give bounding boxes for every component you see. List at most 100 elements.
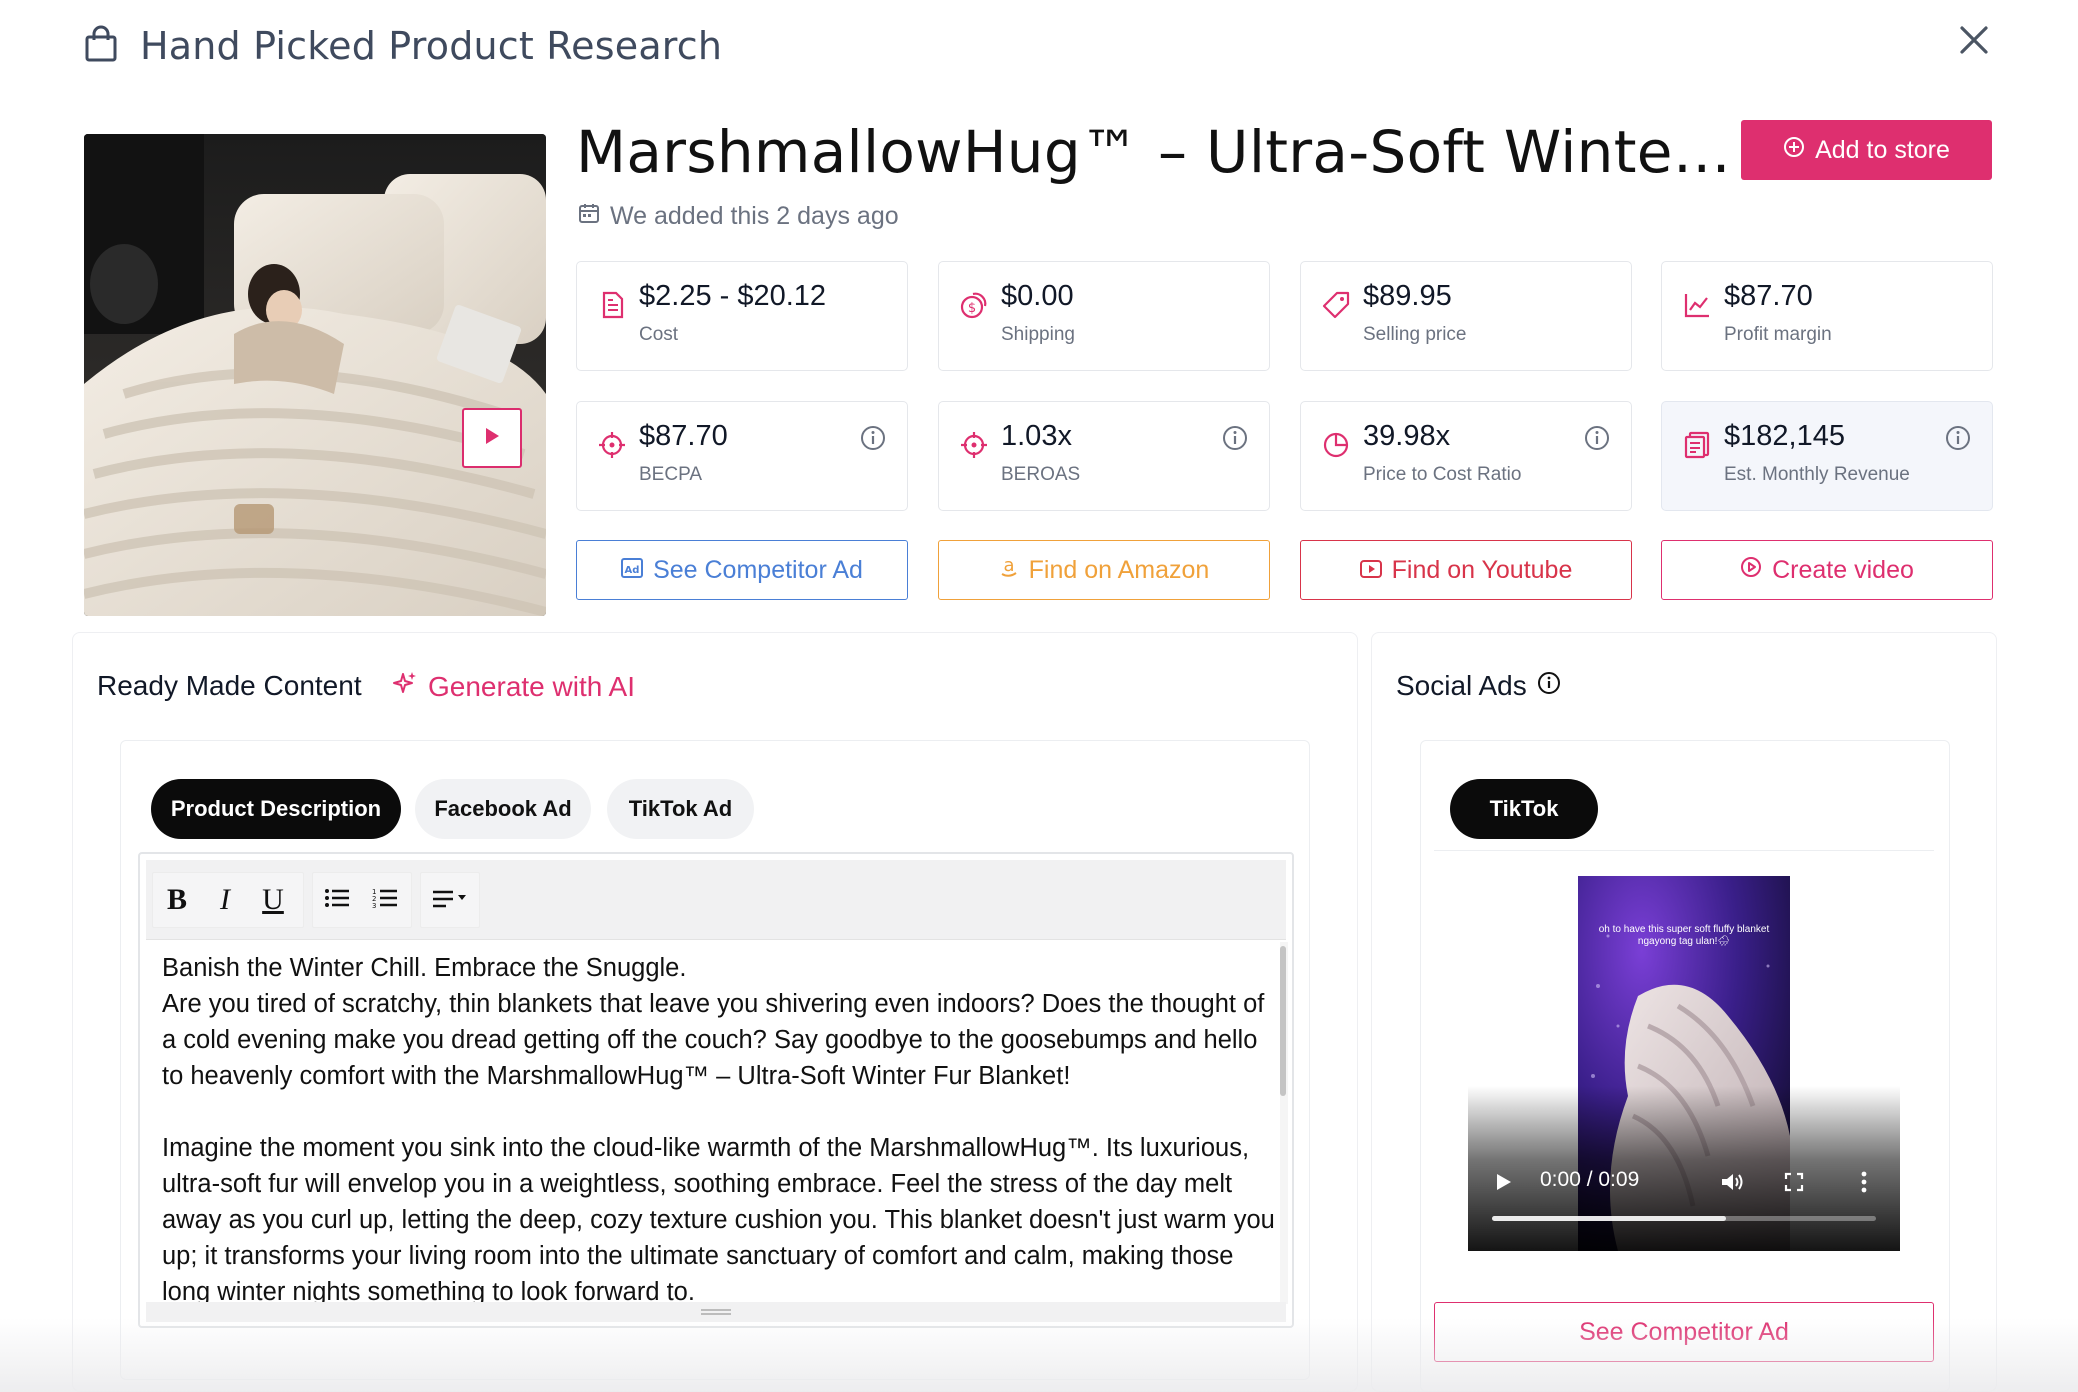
svg-text:$: $ [968, 301, 976, 316]
tab-product-description[interactable]: Product Description [151, 779, 401, 839]
svg-text:Ad: Ad [625, 565, 640, 576]
metric-label: Shipping [1001, 324, 1075, 345]
metric-value: 39.98x [1363, 420, 1451, 452]
tab-tiktok-ad[interactable]: TikTok Ad [607, 779, 754, 839]
video-play-button[interactable] [1496, 1164, 1512, 1204]
play-video-button[interactable] [462, 408, 522, 468]
find-on-amazon-label[interactable]: Find on Amazon [1029, 556, 1210, 585]
svg-text:3: 3 [372, 902, 376, 909]
added-date: We added this 2 days ago [578, 202, 899, 231]
align-group [420, 872, 480, 928]
editor-toolbar: B I U 123 [146, 860, 1286, 940]
italic-button[interactable]: I [201, 874, 249, 926]
metric-label: Est. Monthly Revenue [1724, 464, 1910, 485]
list-group: 123 [312, 872, 412, 928]
editor-paragraph: Are you tired of scratchy, thin blankets… [162, 990, 1265, 1090]
metric-monthly-revenue: $182,145 Est. Monthly Revenue [1661, 401, 1993, 511]
rich-text-editor[interactable]: B I U 123 Banish the Winter Chill. Embra… [138, 852, 1294, 1328]
sparkle-icon[interactable] [392, 670, 418, 703]
add-to-store-button[interactable]: Add to store [1741, 120, 1992, 180]
metric-cost: $2.25 - $20.12 Cost [576, 261, 908, 371]
metric-label: Price to Cost Ratio [1363, 464, 1522, 485]
generate-with-ai-button[interactable]: Generate with AI [392, 670, 635, 703]
editor-resize-handle[interactable] [146, 1302, 1286, 1322]
close-button[interactable] [1948, 20, 2000, 64]
align-left-icon[interactable] [432, 883, 468, 917]
amazon-icon[interactable]: a [999, 555, 1019, 585]
add-to-store-label[interactable]: Add to store [1815, 136, 1950, 165]
metric-label: Profit margin [1724, 324, 1832, 345]
shopping-bag-icon [84, 25, 118, 68]
metric-beroas: 1.03x BEROAS [938, 401, 1270, 511]
underline-button[interactable]: U [249, 874, 297, 926]
video-fullscreen-button[interactable] [1784, 1164, 1804, 1204]
social-see-competitor-ad-button[interactable]: See Competitor Ad [1434, 1302, 1934, 1362]
bullet-list-button[interactable] [313, 874, 361, 926]
metric-becpa: $87.70 BECPA [576, 401, 908, 511]
bullet-list-icon[interactable] [324, 883, 350, 917]
tag-icon [1321, 290, 1351, 320]
line-chart-icon [1682, 290, 1712, 320]
crosshair-icon [597, 430, 627, 460]
info-icon[interactable] [1944, 424, 1972, 452]
more-vertical-icon[interactable] [1860, 1171, 1868, 1198]
numbered-list-icon[interactable]: 123 [372, 883, 398, 917]
fullscreen-icon[interactable] [1784, 1172, 1804, 1197]
metric-value: $0.00 [1001, 280, 1074, 312]
video-controls-shade [1468, 1086, 1900, 1251]
see-competitor-ad-label[interactable]: See Competitor Ad [653, 556, 863, 585]
svg-text:a: a [1003, 556, 1014, 576]
info-icon[interactable] [1221, 424, 1249, 452]
crosshair-icon [959, 430, 989, 460]
metric-value: $89.95 [1363, 280, 1452, 312]
play-icon[interactable] [484, 427, 500, 450]
close-icon[interactable] [1959, 25, 1989, 60]
metric-price-cost-ratio: 39.98x Price to Cost Ratio [1300, 401, 1632, 511]
info-icon[interactable] [1537, 670, 1561, 702]
metric-value: $87.70 [1724, 280, 1813, 312]
find-on-youtube-button[interactable]: Find on Youtube [1300, 540, 1632, 600]
video-player[interactable]: oh to have this super soft fluffy blanke… [1468, 876, 1900, 1251]
added-text: We added this 2 days ago [610, 202, 899, 230]
create-video-label[interactable]: Create video [1772, 556, 1914, 585]
tab-tiktok[interactable]: TikTok [1450, 779, 1598, 839]
info-icon[interactable] [859, 424, 887, 452]
numbered-list-button[interactable]: 123 [361, 874, 409, 926]
metric-selling-price: $89.95 Selling price [1300, 261, 1632, 371]
video-time: 0:00 / 0:09 [1540, 1168, 1640, 1191]
metric-value: $2.25 - $20.12 [639, 280, 827, 312]
metric-label: BECPA [639, 464, 703, 485]
metric-value: $182,145 [1724, 420, 1845, 452]
modal-title: Hand Picked Product Research [140, 24, 723, 68]
metric-label: Selling price [1363, 324, 1467, 345]
create-video-button[interactable]: Create video [1661, 540, 1993, 600]
metric-label: Cost [639, 324, 679, 345]
find-on-amazon-button[interactable]: a Find on Amazon [938, 540, 1270, 600]
generate-with-ai-label[interactable]: Generate with AI [428, 671, 635, 703]
pie-chart-icon [1321, 430, 1351, 460]
find-on-youtube-label[interactable]: Find on Youtube [1392, 556, 1573, 585]
plus-circle-icon[interactable] [1783, 136, 1805, 165]
social-ads-header: Social Ads [1396, 670, 1561, 702]
youtube-icon[interactable] [1359, 556, 1382, 585]
editor-paragraph: Imagine the moment you sink into the clo… [162, 1134, 1275, 1306]
editor-scrollbar-thumb[interactable] [1280, 946, 1286, 1096]
play-icon[interactable] [1496, 1173, 1512, 1196]
product-title: MarshmallowHug™ – Ultra-Soft Winte… [576, 118, 1732, 186]
volume-icon[interactable] [1720, 1171, 1746, 1198]
video-more-button[interactable] [1860, 1164, 1868, 1204]
document-icon [597, 290, 627, 320]
social-ads-title: Social Ads [1396, 670, 1527, 701]
ad-icon[interactable]: Ad [621, 556, 644, 585]
metric-value: 1.03x [1001, 420, 1072, 452]
play-circle-icon[interactable] [1740, 556, 1762, 585]
video-caption: oh to have this super soft fluffy blanke… [1598, 924, 1770, 947]
info-icon[interactable] [1583, 424, 1611, 452]
see-competitor-ad-button[interactable]: Ad See Competitor Ad [576, 540, 908, 600]
bold-button[interactable]: B [153, 874, 201, 926]
product-image [84, 134, 546, 616]
align-dropdown-button[interactable] [421, 874, 479, 926]
tab-facebook-ad[interactable]: Facebook Ad [415, 779, 591, 839]
video-volume-button[interactable] [1720, 1164, 1746, 1204]
editor-content[interactable]: Banish the Winter Chill. Embrace the Snu… [162, 950, 1282, 1310]
